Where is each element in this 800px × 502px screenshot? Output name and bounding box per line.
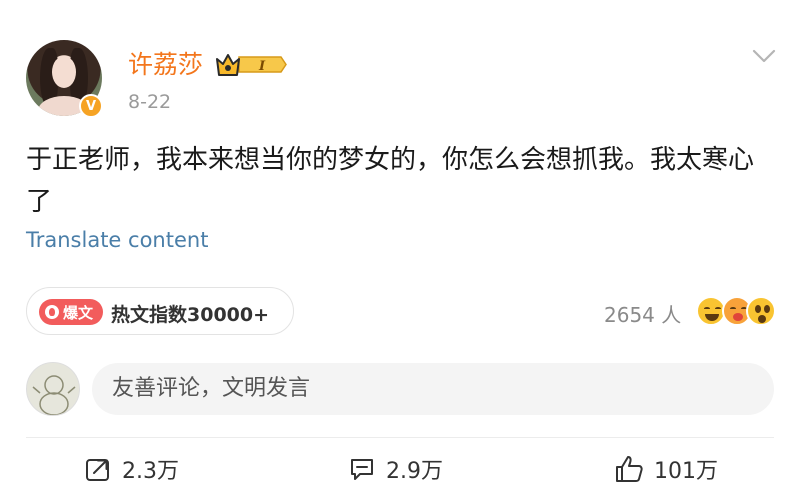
avatar-face <box>52 56 76 88</box>
hot-article-tag-label: 爆文 <box>63 303 94 322</box>
hot-index-text: 热文指数30000+ <box>111 304 270 326</box>
comment-button[interactable]: 2.9万 <box>348 452 443 486</box>
repost-button[interactable]: 2.3万 <box>84 452 179 486</box>
comment-count: 2.9万 <box>386 459 443 484</box>
chevron-down-icon[interactable] <box>752 48 776 64</box>
post-text: 于正老师，我本来想当你的梦女的，你怎么会想抓我。我太寒心了 <box>26 145 755 217</box>
vip-level-text: I <box>258 59 266 74</box>
like-button[interactable]: 101万 <box>614 452 718 486</box>
translate-link[interactable]: Translate content <box>26 228 208 252</box>
commenter-avatar <box>26 362 80 416</box>
repost-icon <box>86 459 109 481</box>
surprised-emoji-icon[interactable] <box>746 296 776 326</box>
post-date[interactable]: 8-22 <box>128 91 171 113</box>
hot-article-tag: 爆文 <box>39 299 103 325</box>
flame-icon <box>45 305 59 319</box>
author-name[interactable]: 许荔莎 <box>128 50 203 80</box>
like-count: 101万 <box>654 459 718 484</box>
hot-index-pill[interactable]: 爆文 热文指数30000+ <box>26 287 294 335</box>
comment-input[interactable]: 友善评论，文明发言 <box>92 363 774 415</box>
vip-crown-badge-icon[interactable]: I <box>215 51 287 78</box>
comment-icon <box>351 459 373 480</box>
thumbs-up-icon <box>616 456 643 482</box>
reactions-count[interactable]: 2654 人 <box>604 299 681 328</box>
verified-badge-icon: V <box>79 94 103 118</box>
divider <box>26 437 774 438</box>
repost-count: 2.3万 <box>122 459 179 484</box>
